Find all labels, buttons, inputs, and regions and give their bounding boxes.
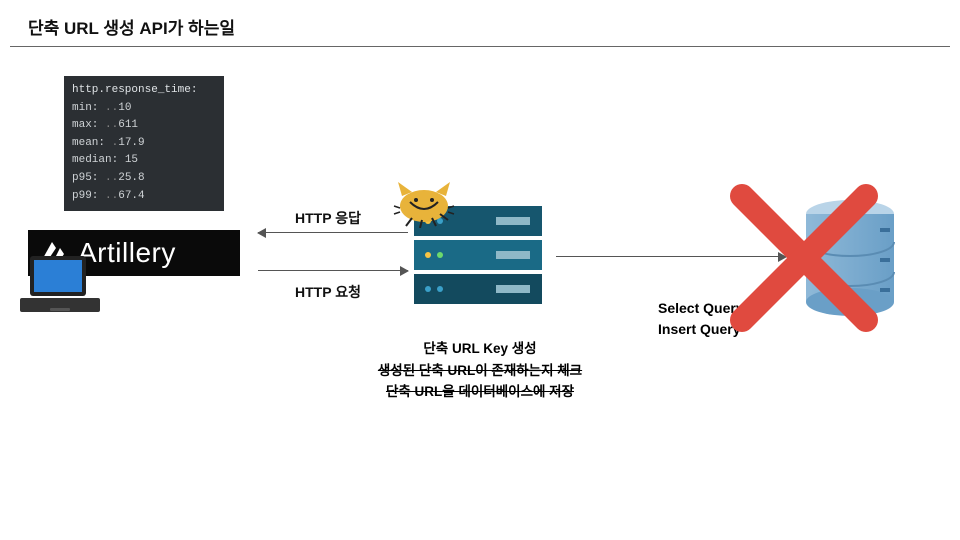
terminal-row: mean: .17.9 — [72, 135, 216, 153]
terminal-row: min: ..10 — [72, 100, 216, 118]
terminal-row: median: 15 — [72, 152, 216, 170]
caption-line-struck: 생성된 단축 URL이 존재하는지 체크 — [330, 360, 630, 382]
laptop-icon — [20, 252, 100, 318]
label-http-response: HTTP 응답 — [295, 208, 361, 228]
terminal-header: http.response_time: — [72, 82, 216, 100]
red-x-icon — [724, 178, 884, 338]
arrow-http-response — [258, 232, 408, 233]
terminal-row: p99: ..67.4 — [72, 188, 216, 206]
page-title: 단축 URL 생성 API가 하는일 — [28, 14, 235, 39]
caption-line-struck: 단축 URL을 데이터베이스에 저장 — [330, 381, 630, 403]
caption-line: 단축 URL Key 생성 — [330, 338, 630, 360]
server-caption: 단축 URL Key 생성 생성된 단축 URL이 존재하는지 체크 단축 UR… — [330, 338, 630, 403]
title-divider — [10, 46, 950, 47]
terminal-row: p95: ..25.8 — [72, 170, 216, 188]
tomcat-icon — [392, 178, 456, 228]
arrow-http-request — [258, 270, 408, 271]
label-http-request: HTTP 요청 — [295, 282, 361, 302]
terminal-row: max: ..611 — [72, 117, 216, 135]
response-time-terminal: http.response_time: min: ..10 max: ..611… — [64, 76, 224, 211]
